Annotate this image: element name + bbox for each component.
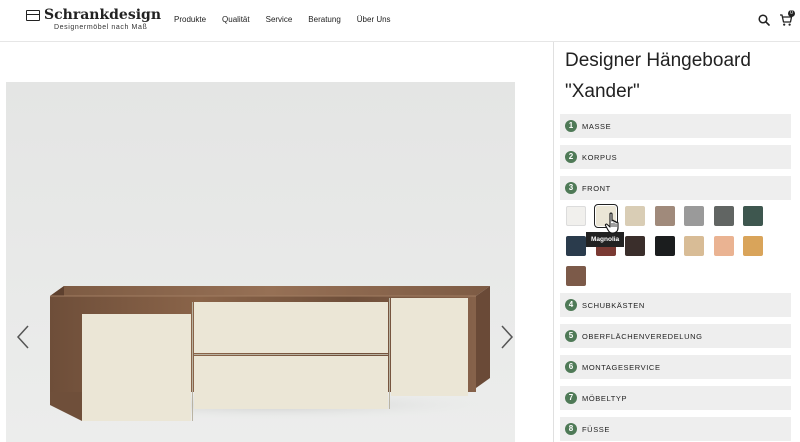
step-masse[interactable]: 1 MASSE [560, 114, 791, 138]
step-number: 2 [565, 151, 577, 163]
step-label: MONTAGESERVICE [582, 362, 661, 372]
step-number: 4 [565, 299, 577, 311]
nav-item-service[interactable]: Service [266, 15, 293, 24]
step-number: 5 [565, 330, 577, 342]
product-3d-viewer[interactable] [6, 82, 515, 442]
product-render [6, 82, 515, 442]
cart-count-badge: 0 [788, 10, 795, 17]
color-swatch[interactable] [566, 206, 586, 226]
step-number: 6 [565, 361, 577, 373]
brand-logo[interactable]: Schrankdesign Designermöbel nach Maß [26, 7, 166, 34]
site-header: Schrankdesign Designermöbel nach Maß Pro… [0, 0, 800, 42]
step-number: 1 [565, 120, 577, 132]
cabinet-drawer-bottom [194, 356, 388, 409]
brand-name: Schrankdesign [44, 7, 162, 23]
nav-item-produkte[interactable]: Produkte [174, 15, 206, 24]
step-fuesse[interactable]: 8 FÜSSE [560, 417, 791, 441]
color-swatch[interactable] [625, 206, 645, 226]
color-swatch[interactable] [654, 236, 675, 256]
color-swatch[interactable] [713, 236, 734, 256]
cabinet-door-left [82, 314, 191, 421]
brand-tagline: Designermöbel nach Maß [54, 24, 148, 31]
color-swatch[interactable] [743, 206, 763, 226]
step-number: 3 [565, 182, 577, 194]
nav-item-beratung[interactable]: Beratung [308, 15, 340, 24]
step-number: 8 [565, 423, 577, 435]
nav-item-qualitaet[interactable]: Qualität [222, 15, 250, 24]
step-label: OBERFLÄCHENVEREDELUNG [582, 331, 703, 341]
step-label: SCHUBKÄSTEN [582, 300, 645, 310]
step-label: MÖBELTYP [582, 393, 628, 403]
color-swatch[interactable] [713, 206, 734, 226]
step-front[interactable]: 3 FRONT [560, 176, 791, 200]
main-nav: Produkte Qualität Service Beratung Über … [174, 15, 407, 24]
nav-item-ueber-uns[interactable]: Über Uns [357, 15, 391, 24]
chevron-right-icon[interactable] [500, 325, 514, 349]
color-swatch[interactable] [625, 236, 645, 256]
cabinet-drawer-top [194, 302, 388, 353]
cabinet-top [50, 286, 490, 296]
color-swatch[interactable] [684, 236, 704, 256]
color-swatch[interactable] [743, 236, 763, 256]
step-montageservice[interactable]: 6 MONTAGESERVICE [560, 355, 791, 379]
step-label: MASSE [582, 121, 612, 131]
step-number: 7 [565, 392, 577, 404]
step-label: KORPUS [582, 152, 618, 162]
cabinet-door-right [391, 298, 468, 396]
step-schubkaesten[interactable]: 4 SCHUBKÄSTEN [560, 293, 791, 317]
step-moebeltyp[interactable]: 7 MÖBELTYP [560, 386, 791, 410]
step-korpus[interactable]: 2 KORPUS [560, 145, 791, 169]
search-icon[interactable] [758, 14, 770, 26]
color-swatch[interactable] [566, 236, 586, 256]
cabinet-icon [26, 10, 40, 21]
step-oberflaechenveredelung[interactable]: 5 OBERFLÄCHENVEREDELUNG [560, 324, 791, 348]
color-swatch[interactable] [566, 266, 586, 286]
color-swatch[interactable] [654, 206, 675, 226]
chevron-left-icon[interactable] [16, 325, 30, 349]
swatch-tooltip: Magnolia [586, 232, 625, 247]
product-title: Designer Hängeboard "Xander" [565, 50, 751, 102]
hand-pointer-icon [604, 212, 619, 234]
step-label: FRONT [582, 183, 611, 193]
step-label: FÜSSE [582, 424, 611, 434]
color-swatch[interactable] [684, 206, 704, 226]
